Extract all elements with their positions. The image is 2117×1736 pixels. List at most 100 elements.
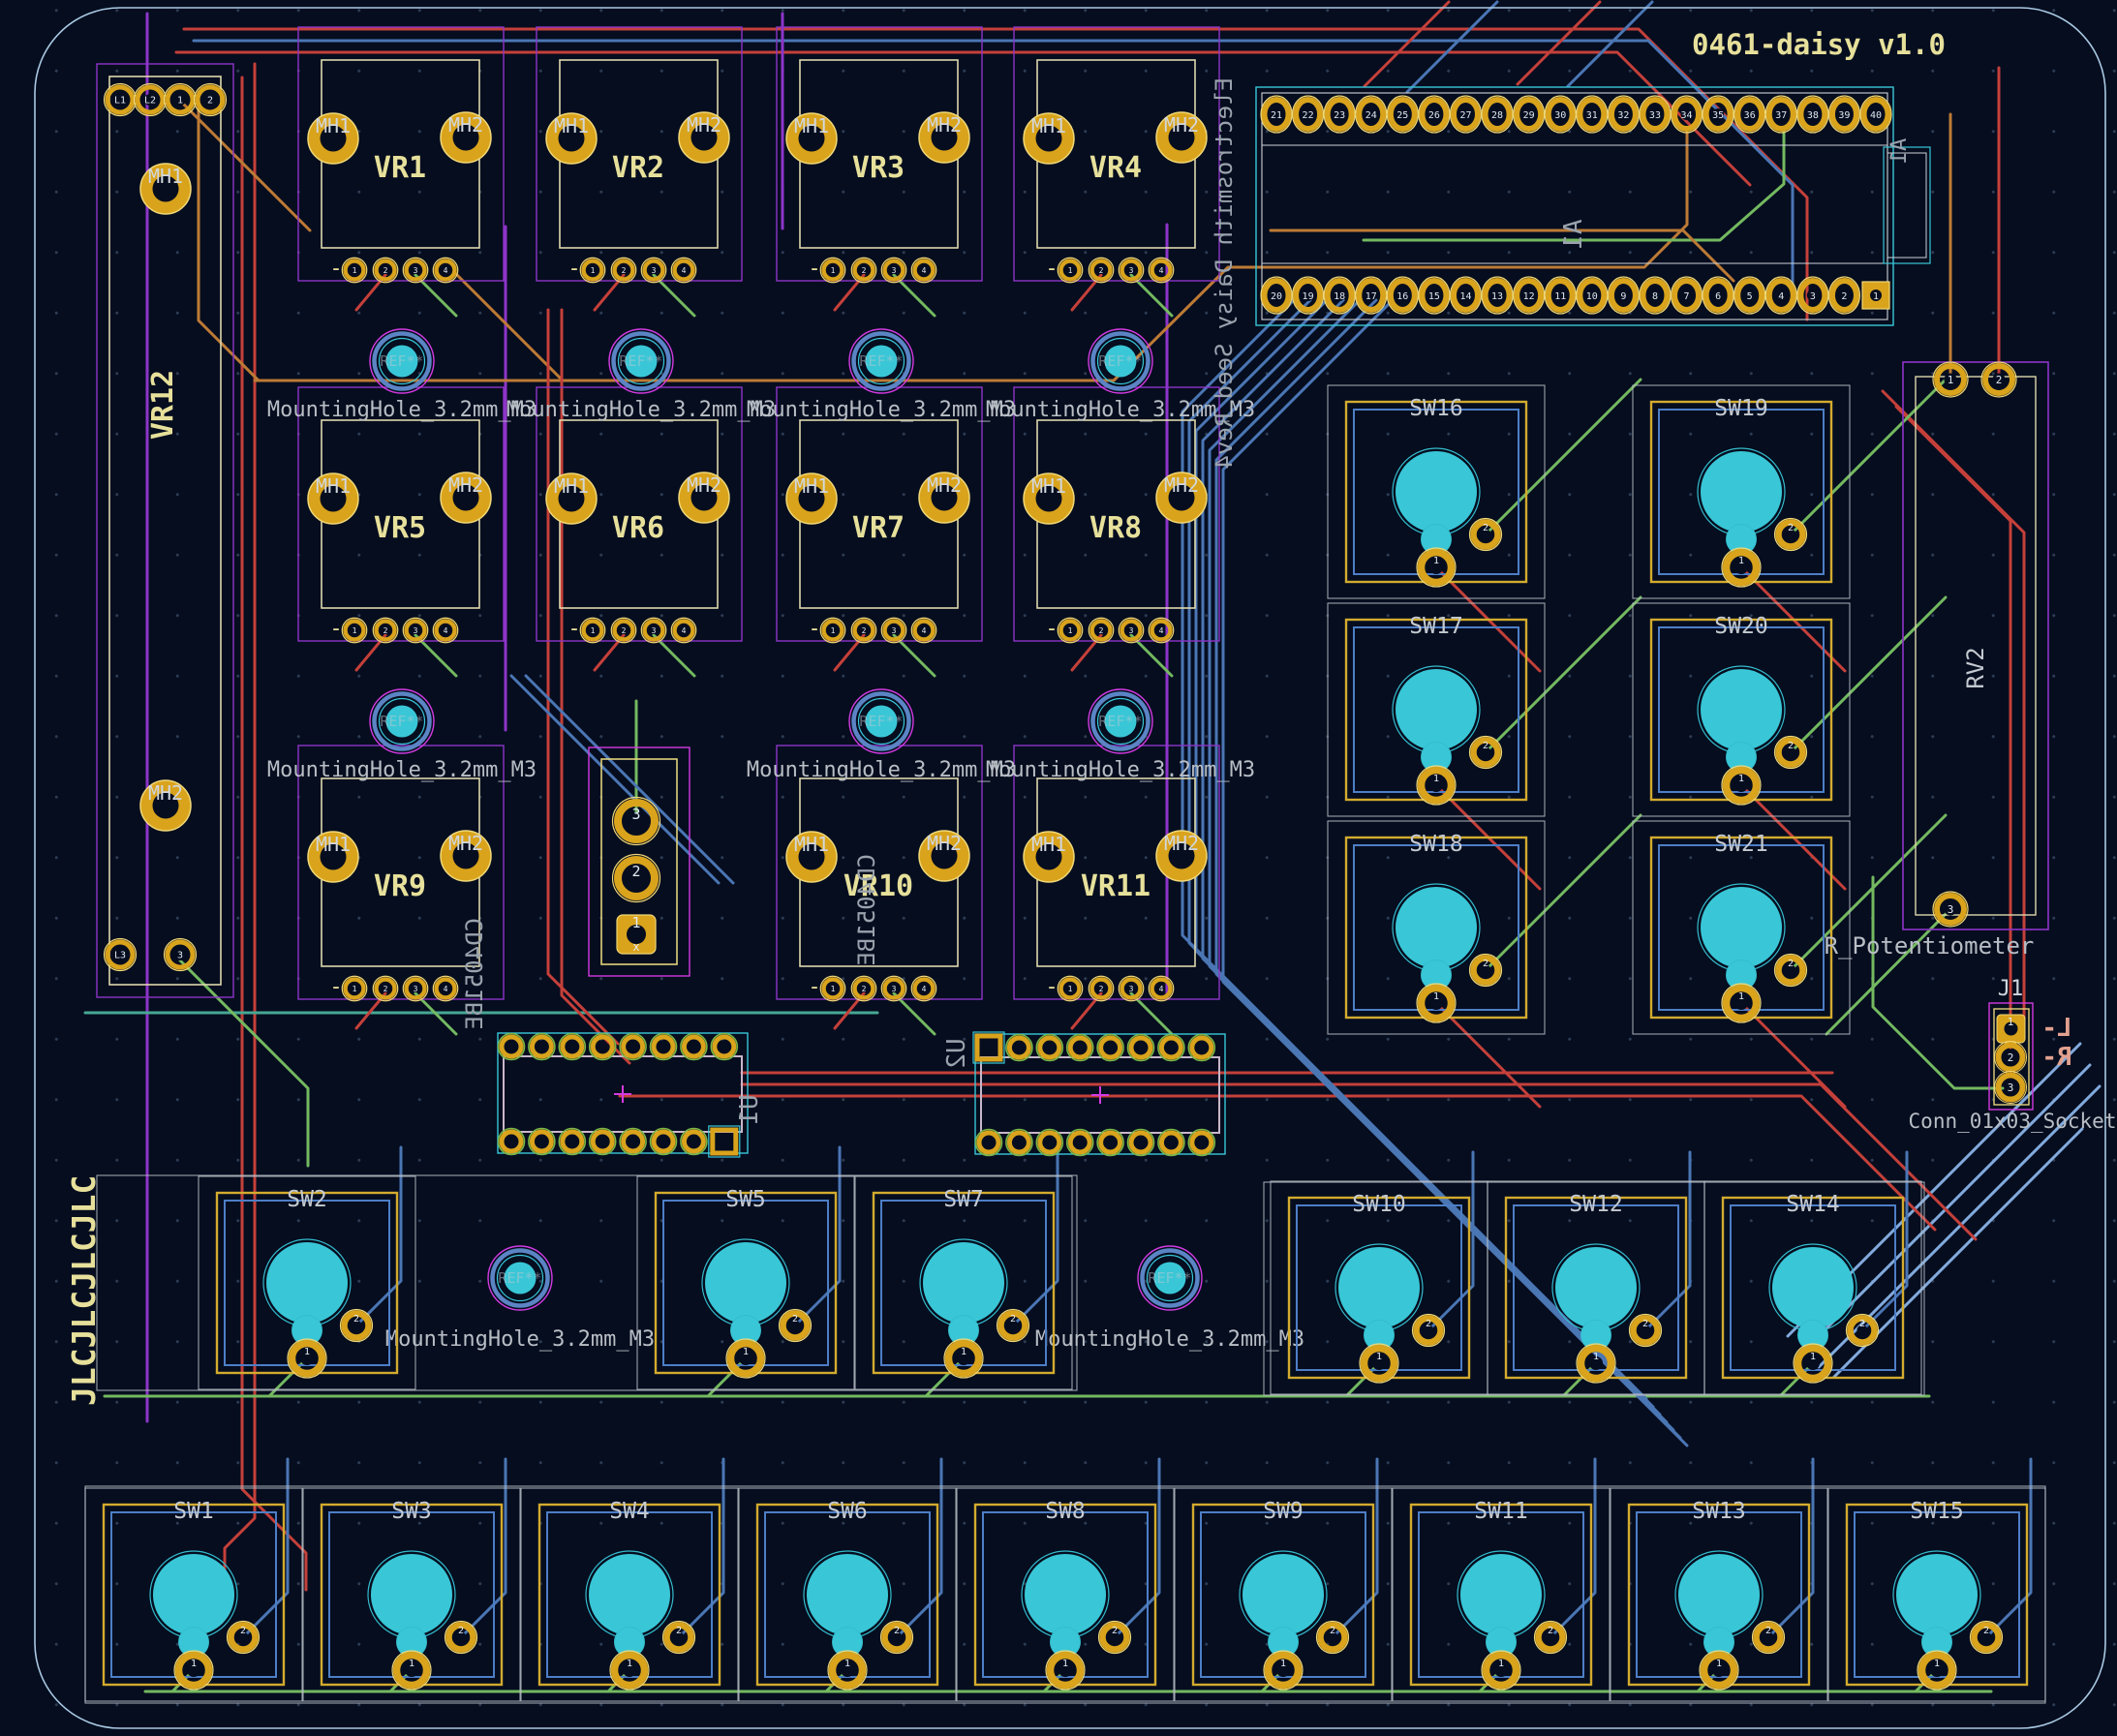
copper-trace[interactable] <box>184 29 1807 320</box>
pot-vr4[interactable]: MH1MH2VR4-1234 <box>1014 27 1219 283</box>
pad[interactable]: 1 <box>726 1339 765 1378</box>
mount-pad[interactable]: MH1 <box>786 473 837 524</box>
pad[interactable]: 4 <box>911 976 936 1001</box>
mounting-hole[interactable]: REF**MountingHole_3.2mm_M3 <box>747 329 1016 422</box>
mount-pad[interactable]: MH2 <box>679 112 729 163</box>
pad[interactable] <box>651 1034 677 1060</box>
mount-pad[interactable]: MH2 <box>679 472 729 523</box>
pad[interactable]: 2 <box>997 1310 1029 1342</box>
pad[interactable] <box>499 1129 525 1155</box>
pad[interactable]: 1 <box>1264 1651 1303 1690</box>
switch-sw17[interactable]: 12SW17 <box>1328 603 1545 816</box>
copper-trace[interactable] <box>1271 230 1733 281</box>
pad[interactable]: 1 <box>820 618 845 643</box>
mount-pad[interactable]: MH1 <box>786 113 837 164</box>
pad[interactable]: 1 <box>1722 984 1761 1022</box>
copper-trace[interactable] <box>194 41 1793 290</box>
pad[interactable]: 1 <box>1058 618 1083 643</box>
pad[interactable]: 2 <box>1089 258 1114 283</box>
pad[interactable] <box>559 1129 585 1155</box>
pad[interactable]: 13 <box>1482 277 1513 314</box>
pad[interactable] <box>1067 1130 1093 1156</box>
pad[interactable]: 35 <box>1703 96 1733 133</box>
copper-trace[interactable] <box>225 64 255 1590</box>
pad[interactable]: 25 <box>1387 96 1418 133</box>
mount-pad[interactable]: MH1 <box>308 113 358 164</box>
pad[interactable]: 2 <box>851 258 876 283</box>
pad[interactable]: 4 <box>433 976 458 1001</box>
pad[interactable]: 11 <box>1545 277 1576 314</box>
mount-pad[interactable]: MH2 <box>919 831 969 881</box>
pad[interactable]: 27 <box>1450 96 1481 133</box>
pad[interactable]: 1 <box>1577 1344 1615 1383</box>
pad[interactable]: 28 <box>1482 96 1513 133</box>
pad[interactable]: 4 <box>671 618 696 643</box>
pad[interactable]: L1 <box>105 84 137 116</box>
pad[interactable]: 14 <box>1450 277 1481 314</box>
switch-sw6[interactable]: 12SW6 <box>739 1488 956 1701</box>
pad[interactable]: 2 <box>1470 519 1502 551</box>
pad[interactable]: 2 <box>1847 1315 1879 1347</box>
mount-pad[interactable]: MH1 <box>1024 473 1074 524</box>
pad[interactable]: 1 <box>1700 1651 1738 1690</box>
switch-sw19[interactable]: 12SW19 <box>1633 385 1850 598</box>
copper-trace[interactable] <box>199 99 259 381</box>
pad[interactable] <box>1006 1035 1032 1061</box>
pad[interactable]: 3 <box>165 939 197 971</box>
pad[interactable]: 3 <box>1119 258 1144 283</box>
switch-sw13[interactable]: 12SW13 <box>1611 1488 1827 1701</box>
connector-rv1[interactable]: 321x <box>589 747 690 976</box>
pad[interactable]: 2 <box>373 258 398 283</box>
mount-pad[interactable]: MH2 <box>1156 472 1207 523</box>
pad[interactable]: 2 <box>663 1622 695 1654</box>
pad[interactable] <box>1128 1130 1154 1156</box>
pad[interactable]: 19 <box>1293 277 1324 314</box>
pot-vr5[interactable]: MH1MH2VR5-1234 <box>298 387 504 643</box>
pad[interactable]: 10 <box>1577 277 1608 314</box>
pad[interactable]: 4 <box>1149 258 1174 283</box>
pad[interactable] <box>559 1034 585 1060</box>
pad[interactable] <box>681 1034 707 1060</box>
pad[interactable] <box>590 1129 616 1155</box>
pad[interactable]: 5 <box>1734 277 1765 314</box>
mount-pad[interactable]: MH1 <box>546 113 597 164</box>
mounting-hole[interactable]: REF**MountingHole_3.2mm_M3 <box>986 689 1255 782</box>
pad[interactable]: 1 <box>342 976 367 1001</box>
pad[interactable] <box>709 1126 740 1157</box>
mount-pad[interactable]: MH1 <box>546 473 597 524</box>
copper-trace[interactable] <box>795 1147 840 1325</box>
pad[interactable]: 3 <box>403 976 428 1001</box>
copper-trace[interactable] <box>1645 1152 1690 1330</box>
pad[interactable] <box>1067 1035 1093 1061</box>
pad[interactable]: 40 <box>1860 96 1891 133</box>
pad[interactable]: 2 <box>613 855 660 902</box>
mount-pad[interactable]: MH2 <box>441 472 491 523</box>
pad[interactable]: 36 <box>1734 96 1765 133</box>
pad[interactable]: 12 <box>1514 277 1545 314</box>
mounting-hole[interactable]: REF**MountingHole_3.2mm_M3 <box>267 329 537 422</box>
pad[interactable]: 9 <box>1608 277 1639 314</box>
pad[interactable] <box>1097 1130 1123 1156</box>
pad[interactable]: 34 <box>1672 96 1703 133</box>
mounting-hole[interactable]: REF**MountingHole_3.2mm_M3 <box>385 1246 655 1352</box>
pad[interactable]: 2 <box>1089 618 1114 643</box>
switch-sw11[interactable]: 12SW11 <box>1393 1488 1610 1701</box>
pad[interactable]: 26 <box>1419 96 1450 133</box>
pad[interactable]: 3 <box>1797 277 1828 314</box>
pad[interactable]: 1x <box>617 914 656 954</box>
pad[interactable]: 21 <box>1261 96 1292 133</box>
mount-pad[interactable]: MH1 <box>308 832 358 882</box>
pad[interactable]: 4 <box>1149 976 1174 1001</box>
pad[interactable] <box>1006 1130 1032 1156</box>
pad[interactable]: 4 <box>671 258 696 283</box>
pad[interactable]: 2 <box>1828 277 1859 314</box>
switch-sw7[interactable]: 12SW7 <box>855 1176 1072 1389</box>
pad[interactable]: 2 <box>1089 976 1114 1001</box>
pad[interactable]: 1 <box>1918 1651 1956 1690</box>
pad[interactable] <box>1128 1035 1154 1061</box>
pad[interactable]: 2 <box>1470 955 1502 987</box>
pad[interactable]: 4 <box>433 258 458 283</box>
pad[interactable]: 18 <box>1324 277 1355 314</box>
switch-sw20[interactable]: 12SW20 <box>1633 603 1850 816</box>
pad[interactable] <box>1097 1035 1123 1061</box>
